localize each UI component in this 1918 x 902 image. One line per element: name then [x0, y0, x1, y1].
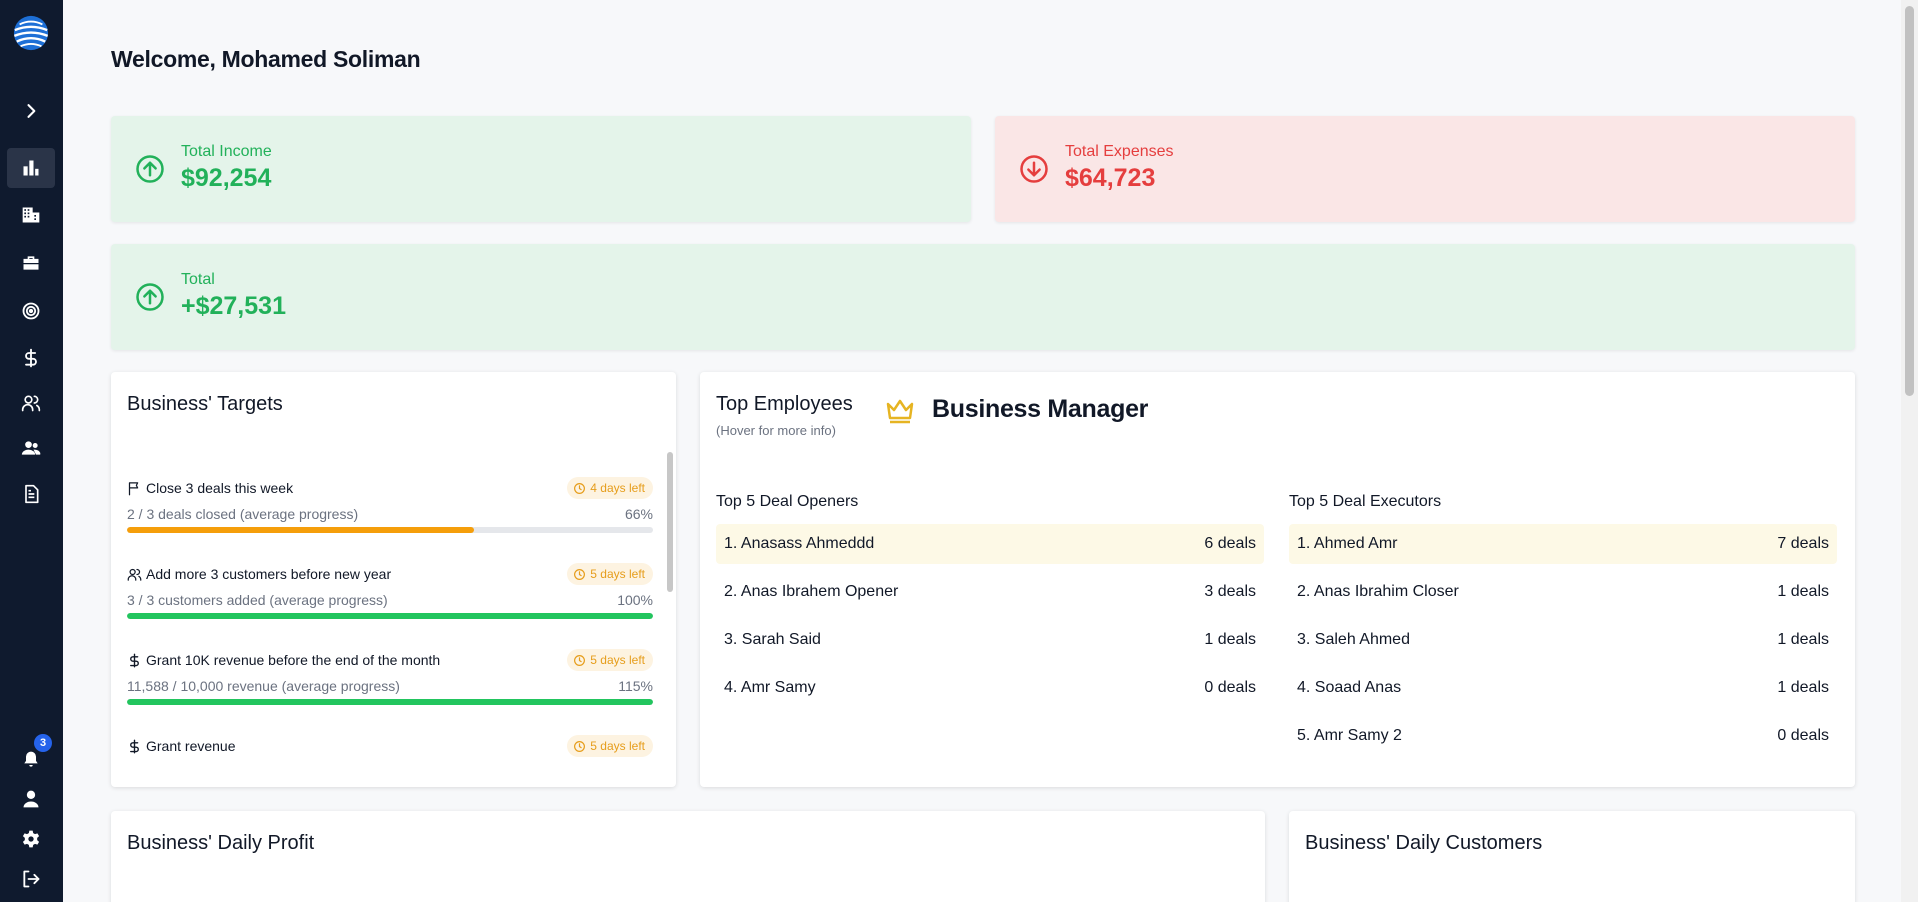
sidebar-item-employees[interactable] — [7, 428, 55, 468]
sidebar-toggle[interactable] — [7, 91, 55, 131]
users-icon — [21, 395, 41, 412]
profile-button[interactable] — [7, 779, 55, 819]
progress-bar — [127, 527, 653, 533]
target-percent: 66% — [624, 506, 653, 522]
business-manager-label: Business Manager — [932, 395, 1149, 423]
clock-icon — [574, 482, 586, 494]
sidebar-item-reports[interactable] — [7, 474, 55, 514]
days-left-badge: 5 days left — [567, 563, 653, 585]
days-left-badge: 5 days left — [567, 649, 653, 671]
target-icon — [22, 302, 40, 320]
progress-bar — [127, 699, 653, 705]
clock-icon — [574, 654, 586, 666]
total-label: Total — [181, 271, 215, 288]
document-icon — [25, 484, 39, 504]
executor-row[interactable]: 1. Ahmed Amr 7 deals — [1289, 524, 1837, 564]
briefcase-icon — [23, 256, 39, 270]
users-icon — [127, 568, 142, 581]
total-card: Total +$27,531 — [111, 244, 1855, 350]
arrow-up-circle-icon — [136, 283, 164, 311]
notification-badge: 3 — [34, 734, 52, 752]
flag-icon — [128, 481, 139, 495]
arrow-up-circle-icon — [136, 155, 164, 183]
target-progress-text: 2 / 3 deals closed (average progress) — [127, 506, 359, 522]
target-title: Add more 3 customers before new year — [146, 566, 392, 582]
income-value: $92,254 — [181, 164, 272, 192]
employees-title: Top Employees — [716, 393, 853, 415]
days-left-badge: 5 days left — [567, 735, 653, 757]
clock-icon — [574, 740, 586, 752]
sidebar-item-business[interactable] — [7, 195, 55, 235]
scroll-thumb[interactable] — [1905, 6, 1914, 396]
target-progress-text: 3 / 3 customers added (average progress) — [127, 592, 388, 608]
targets-title: Business' Targets — [127, 393, 283, 415]
target-percent: 100% — [617, 592, 653, 608]
progress-bar — [127, 613, 653, 619]
income-label: Total Income — [181, 143, 272, 160]
building-icon — [22, 207, 40, 223]
opener-row[interactable]: 2. Anas Ibrahem Opener 3 deals — [716, 572, 1264, 612]
bell-icon — [24, 751, 38, 767]
user-icon — [23, 790, 39, 808]
people-icon — [21, 441, 41, 455]
business-targets-panel: Business' Targets Close 3 deals this wee… — [111, 372, 676, 787]
daily-customers-title: Business' Daily Customers — [1305, 832, 1543, 854]
progress-fill — [127, 527, 475, 533]
globe-logo-icon[interactable] — [12, 14, 50, 52]
crown-icon — [886, 399, 914, 424]
target-title: Grant 10K revenue before the end of the … — [146, 652, 441, 668]
total-value: +$27,531 — [181, 292, 286, 320]
top-employees-panel: Top Employees (Hover for more info) Busi… — [700, 372, 1855, 787]
expenses-value: $64,723 — [1065, 164, 1156, 192]
daily-profit-panel: Business' Daily Profit — [111, 811, 1265, 902]
progress-fill — [127, 699, 653, 705]
arrow-down-circle-icon — [1020, 155, 1048, 183]
logout-icon — [23, 870, 40, 888]
target-title: Grant revenue — [146, 738, 236, 754]
sidebar-item-targets[interactable] — [7, 291, 55, 331]
sidebar-item-deals[interactable] — [7, 243, 55, 283]
sidebar-item-customers[interactable] — [7, 383, 55, 423]
daily-profit-title: Business' Daily Profit — [127, 832, 315, 854]
opener-row[interactable]: 1. Anasass Ahmeddd 6 deals — [716, 524, 1264, 564]
target-percent: 115% — [618, 678, 653, 694]
chevron-right-icon — [27, 104, 36, 118]
sidebar-item-dashboard[interactable] — [7, 148, 55, 188]
executor-row[interactable]: 5. Amr Samy 2 0 deals — [1289, 716, 1837, 756]
settings-button[interactable] — [7, 819, 55, 859]
openers-title: Top 5 Deal Openers — [716, 493, 859, 510]
opener-row[interactable]: 3. Sarah Said 1 deals — [716, 620, 1264, 660]
total-income-card: Total Income $92,254 — [111, 116, 971, 222]
chart-icon — [23, 160, 39, 176]
employees-hint: (Hover for more info) — [716, 423, 836, 438]
page-title: Welcome, Mohamed Soliman — [111, 46, 421, 72]
days-left-badge: 4 days left — [567, 477, 653, 499]
executors-title: Top 5 Deal Executors — [1289, 493, 1442, 510]
daily-customers-panel: Business' Daily Customers — [1289, 811, 1855, 902]
clock-icon — [574, 568, 586, 580]
executor-row[interactable]: 4. Soaad Anas 1 deals — [1289, 668, 1837, 708]
notifications-button[interactable]: 3 — [7, 734, 55, 780]
executor-row[interactable]: 3. Saleh Ahmed 1 deals — [1289, 620, 1837, 660]
opener-row[interactable]: 4. Amr Samy 0 deals — [716, 668, 1264, 708]
sidebar-item-finance[interactable] — [7, 338, 55, 378]
total-expenses-card: Total Expenses $64,723 — [995, 116, 1855, 222]
page-scrollbar[interactable] — [1901, 0, 1918, 902]
targets-scrollbar[interactable] — [667, 452, 673, 592]
executor-row[interactable]: 2. Anas Ibrahim Closer 1 deals — [1289, 572, 1837, 612]
dollar-icon — [130, 739, 139, 753]
target-progress-text: 11,588 / 10,000 revenue (average progres… — [127, 678, 400, 694]
expenses-label: Total Expenses — [1065, 143, 1174, 160]
progress-fill — [127, 613, 653, 619]
target-title: Close 3 deals this week — [146, 480, 294, 496]
logout-button[interactable] — [7, 859, 55, 899]
sidebar: 3 — [0, 0, 63, 902]
dollar-icon — [130, 653, 139, 667]
dollar-icon — [25, 348, 37, 368]
gear-icon — [22, 830, 40, 848]
